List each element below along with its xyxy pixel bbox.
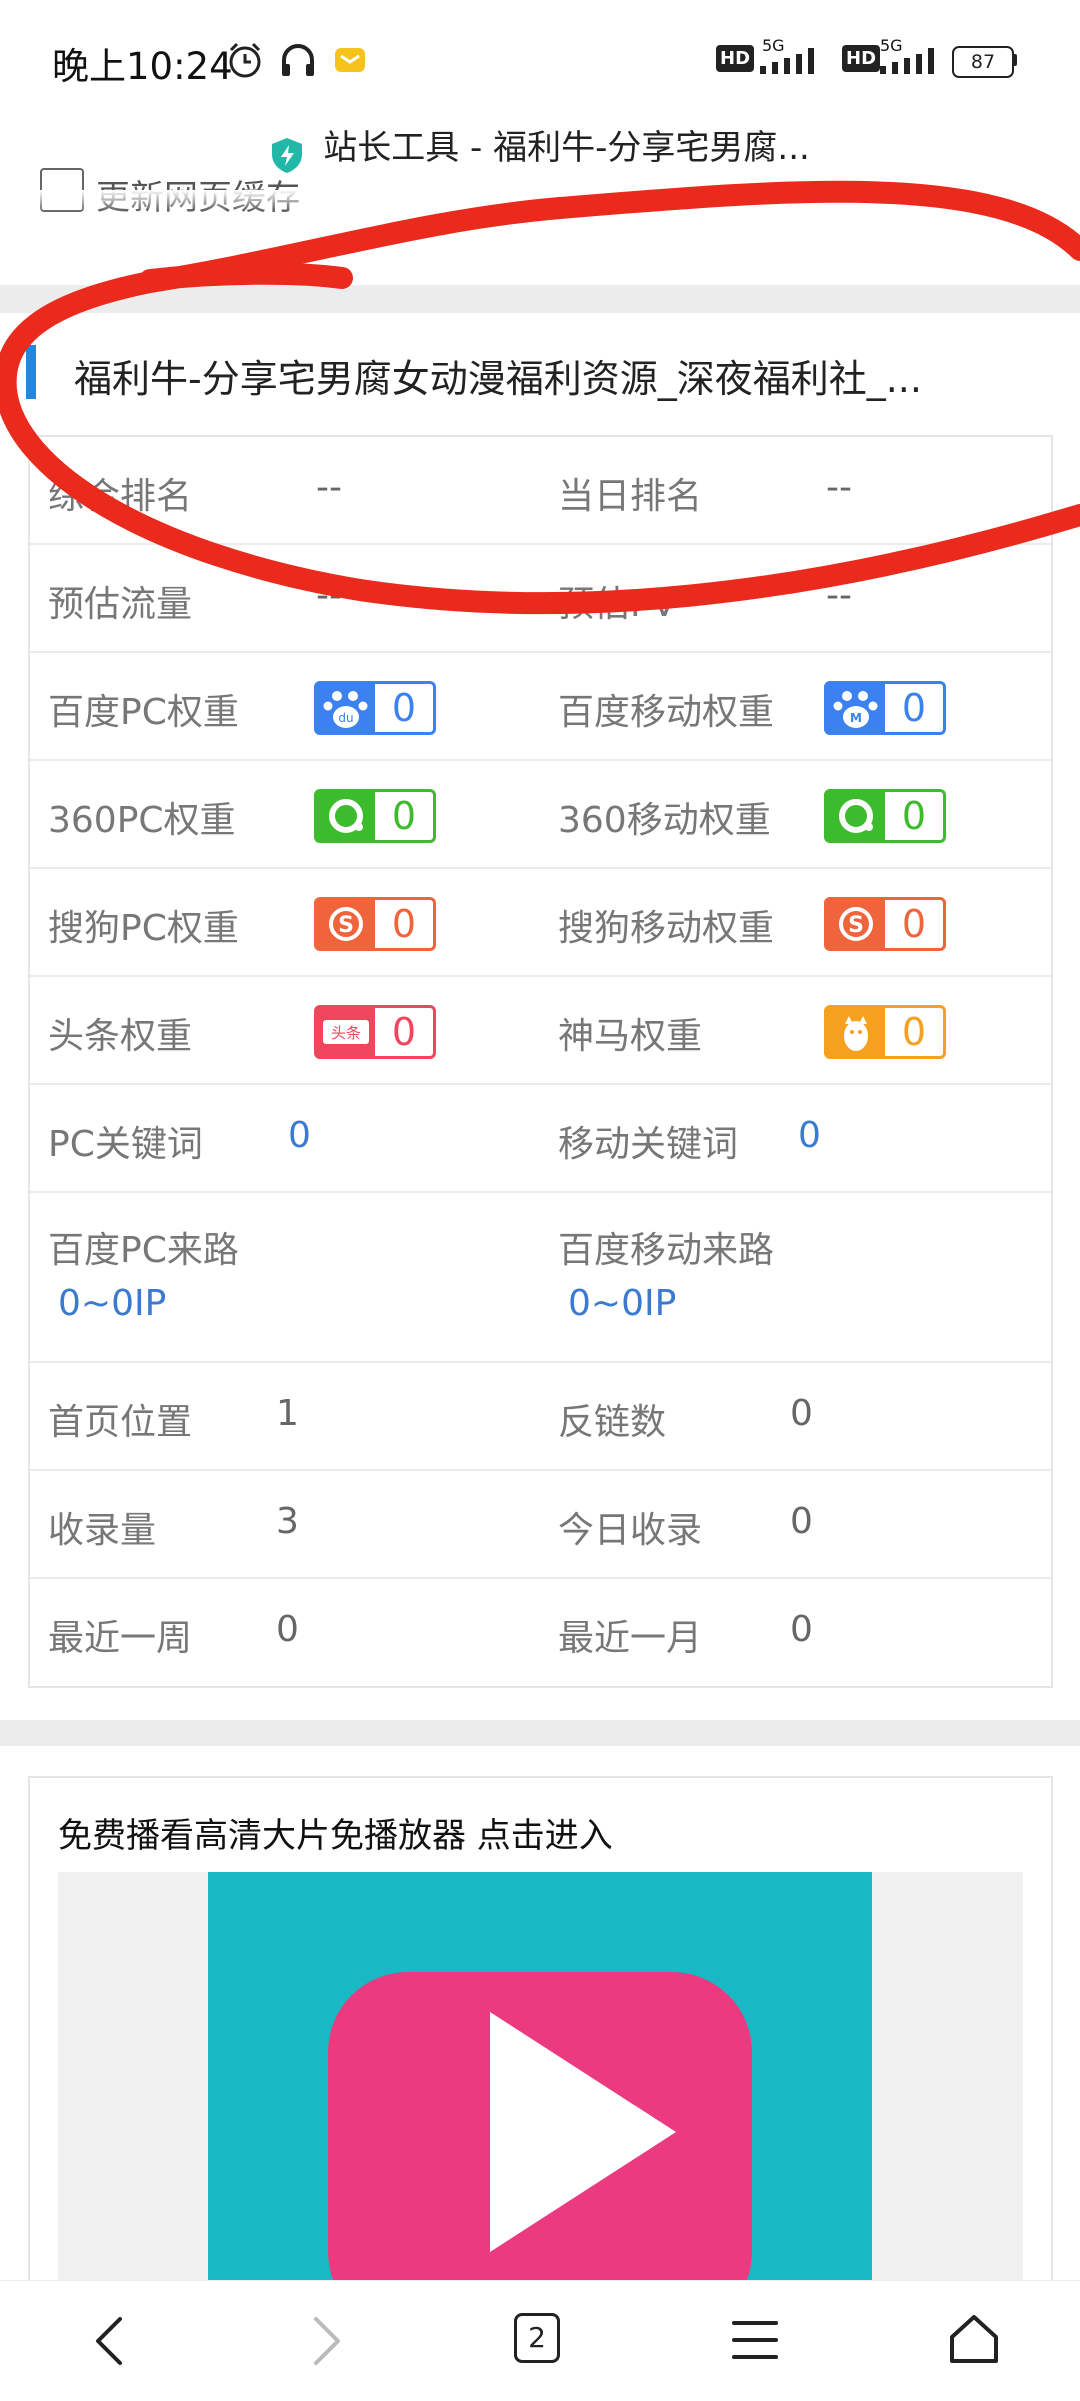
label-360-mobile-weight: 360移动权重 (558, 800, 771, 841)
sogou-logo-icon: S (317, 900, 375, 948)
red-annotation-circle (0, 180, 1080, 615)
browser-bottom-nav: 2 (0, 2280, 1080, 2401)
label-pc-keywords: PC关键词 (48, 1124, 203, 1165)
value-sogou-mobile-weight: 0 (901, 902, 927, 946)
tab-count: 2 (528, 2321, 546, 2354)
toutiao-weight-badge[interactable]: 头条 0 (314, 1005, 436, 1059)
label-last-month: 最近一月 (558, 1618, 703, 1659)
label-360-pc-weight: 360PC权重 (48, 800, 236, 841)
label-toutiao-weight: 头条权重 (48, 1016, 193, 1057)
value-360-pc-weight: 0 (391, 794, 417, 838)
table-row: 360PC权重 0 360移动权重 0 (30, 761, 1051, 869)
shenma-weight-badge[interactable]: 0 (824, 1005, 946, 1059)
360-pc-weight-badge[interactable]: 0 (314, 789, 436, 843)
value-mobile-keywords[interactable]: 0 (798, 1115, 821, 1156)
value-sogou-pc-weight: 0 (391, 902, 417, 946)
360-logo-mobile-icon (827, 792, 885, 840)
svg-text:S: S (848, 913, 864, 938)
shenma-logo-icon (827, 1008, 885, 1056)
label-sogou-pc-weight: 搜狗PC权重 (48, 908, 239, 949)
table-row: 百度PC来路 0~0IP 百度移动来路 0~0IP (30, 1193, 1051, 1363)
forward-icon[interactable] (302, 2313, 352, 2369)
play-button-icon (328, 1972, 752, 2292)
value-pc-keywords[interactable]: 0 (288, 1115, 311, 1156)
sogou-mobile-weight-badge[interactable]: S 0 (824, 897, 946, 951)
value-last-week: 0 (276, 1609, 299, 1650)
label-last-week: 最近一周 (48, 1618, 193, 1659)
baidu-mobile-badge-text: M (850, 711, 862, 725)
value-baidu-mobile-source[interactable]: 0~0IP (568, 1283, 676, 1324)
table-row: 首页位置 1 反链数 0 (30, 1363, 1051, 1471)
sogou-logo-mobile-icon: S (827, 900, 885, 948)
value-indexed-count: 3 (276, 1501, 299, 1542)
sogou-pc-weight-badge[interactable]: S 0 (314, 897, 436, 951)
home-icon[interactable] (946, 2311, 1002, 2367)
label-homepage-position: 首页位置 (48, 1402, 193, 1443)
menu-icon[interactable] (730, 2315, 780, 2365)
value-baidu-pc-source[interactable]: 0~0IP (58, 1283, 166, 1324)
table-row: 头条权重 头条 0 神马权重 0 (30, 977, 1051, 1085)
ad-image[interactable] (208, 1872, 872, 2292)
value-today-indexed: 0 (790, 1501, 813, 1542)
value-backlinks: 0 (790, 1393, 813, 1434)
table-row: PC关键词 0 移动关键词 0 (30, 1085, 1051, 1193)
svg-text:S: S (338, 913, 354, 938)
ad-title[interactable]: 免费播看高清大片免播放器 点击进入 (58, 1808, 613, 1857)
back-icon[interactable] (84, 2313, 134, 2369)
label-indexed-count: 收录量 (48, 1510, 157, 1551)
table-row: 最近一周 0 最近一月 0 (30, 1579, 1051, 1687)
tabs-button[interactable]: 2 (514, 2313, 560, 2363)
section-divider-2 (0, 1720, 1080, 1746)
label-baidu-mobile-source: 百度移动来路 (558, 1230, 775, 1271)
label-mobile-keywords: 移动关键词 (558, 1124, 739, 1165)
value-last-month: 0 (790, 1609, 813, 1650)
value-shenma-weight: 0 (901, 1010, 927, 1054)
label-baidu-pc-source: 百度PC来路 (48, 1230, 239, 1271)
table-row: 搜狗PC权重 S 0 搜狗移动权重 S 0 (30, 869, 1051, 977)
label-shenma-weight: 神马权重 (558, 1016, 703, 1057)
value-homepage-position: 1 (276, 1393, 299, 1434)
label-sogou-mobile-weight: 搜狗移动权重 (558, 908, 775, 949)
baidu-pc-badge-text: du (338, 711, 353, 725)
value-toutiao-weight: 0 (391, 1010, 417, 1054)
label-today-indexed: 今日收录 (558, 1510, 703, 1551)
toutiao-badge-text: 头条 (331, 1024, 361, 1042)
value-360-mobile-weight: 0 (901, 794, 927, 838)
toutiao-logo-icon: 头条 (317, 1008, 375, 1056)
label-backlinks: 反链数 (558, 1402, 667, 1443)
360-mobile-weight-badge[interactable]: 0 (824, 789, 946, 843)
360-logo-icon (317, 792, 375, 840)
table-row: 收录量 3 今日收录 0 (30, 1471, 1051, 1579)
